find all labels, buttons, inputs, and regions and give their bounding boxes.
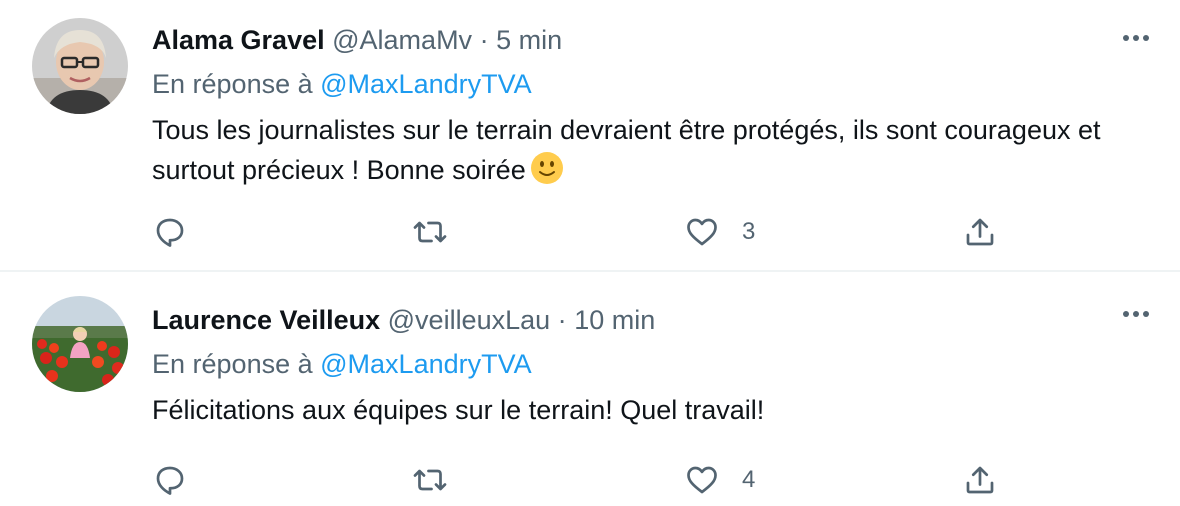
tweet-text: Félicitations aux équipes sur le terrain… bbox=[152, 395, 765, 425]
tweet-text-body: Tous les journalistes sur le terrain dev… bbox=[152, 115, 1101, 185]
separator: · bbox=[479, 25, 489, 55]
reply-bubble-icon bbox=[156, 218, 184, 247]
reply-mention-link[interactable]: @MaxLandryTVA bbox=[320, 69, 531, 99]
like-count: 3 bbox=[742, 218, 756, 245]
share-upload-icon bbox=[966, 466, 994, 494]
heart-icon bbox=[687, 218, 717, 246]
avatar[interactable] bbox=[32, 296, 128, 392]
like-button[interactable]: 3 bbox=[684, 212, 755, 252]
reply-context: En réponse à @MaxLandryTVA bbox=[152, 346, 1120, 382]
reply-context: En réponse à @MaxLandryTVA bbox=[152, 66, 1120, 102]
heart-icon bbox=[687, 466, 717, 494]
reply-button[interactable] bbox=[152, 212, 188, 252]
tweet-header: Laurence Veilleux @veilleuxLau · 10 min bbox=[152, 302, 1120, 338]
author-name[interactable]: Laurence Veilleux bbox=[152, 305, 380, 335]
avatar[interactable] bbox=[32, 18, 128, 114]
share-button[interactable] bbox=[962, 212, 998, 252]
more-horizontal-icon[interactable] bbox=[1118, 304, 1154, 324]
tweet[interactable]: Laurence Veilleux @veilleuxLau · 10 min … bbox=[0, 270, 1180, 504]
author-handle[interactable]: @AlamaMv bbox=[332, 25, 472, 55]
more-horizontal-icon[interactable] bbox=[1118, 28, 1154, 48]
author-name[interactable]: Alama Gravel bbox=[152, 25, 325, 55]
tweet-actions: 4 bbox=[152, 460, 1012, 500]
separator: · bbox=[557, 305, 567, 335]
retweet-button[interactable] bbox=[412, 212, 448, 252]
reply-prefix: En réponse à bbox=[152, 349, 313, 379]
reply-button[interactable] bbox=[152, 460, 188, 500]
like-button[interactable]: 4 bbox=[684, 460, 755, 500]
timestamp[interactable]: 5 min bbox=[496, 25, 562, 55]
retweet-icon bbox=[413, 469, 447, 491]
slightly-smiling-face-icon bbox=[530, 151, 564, 185]
reply-prefix: En réponse à bbox=[152, 69, 313, 99]
share-upload-icon bbox=[966, 218, 994, 246]
reply-bubble-icon bbox=[156, 466, 184, 495]
like-count: 4 bbox=[742, 466, 756, 493]
tweet-actions: 3 bbox=[152, 212, 1012, 252]
retweet-button[interactable] bbox=[412, 460, 448, 500]
tweet-header: Alama Gravel @AlamaMv · 5 min bbox=[152, 22, 1120, 58]
tweet-text: Tous les journalistes sur le terrain dev… bbox=[152, 110, 1120, 190]
timestamp[interactable]: 10 min bbox=[574, 305, 655, 335]
reply-mention-link[interactable]: @MaxLandryTVA bbox=[320, 349, 531, 379]
share-button[interactable] bbox=[962, 460, 998, 500]
tweet[interactable]: Alama Gravel @AlamaMv · 5 min En réponse… bbox=[0, 0, 1180, 270]
retweet-icon bbox=[413, 221, 447, 243]
author-handle[interactable]: @veilleuxLau bbox=[388, 305, 551, 335]
